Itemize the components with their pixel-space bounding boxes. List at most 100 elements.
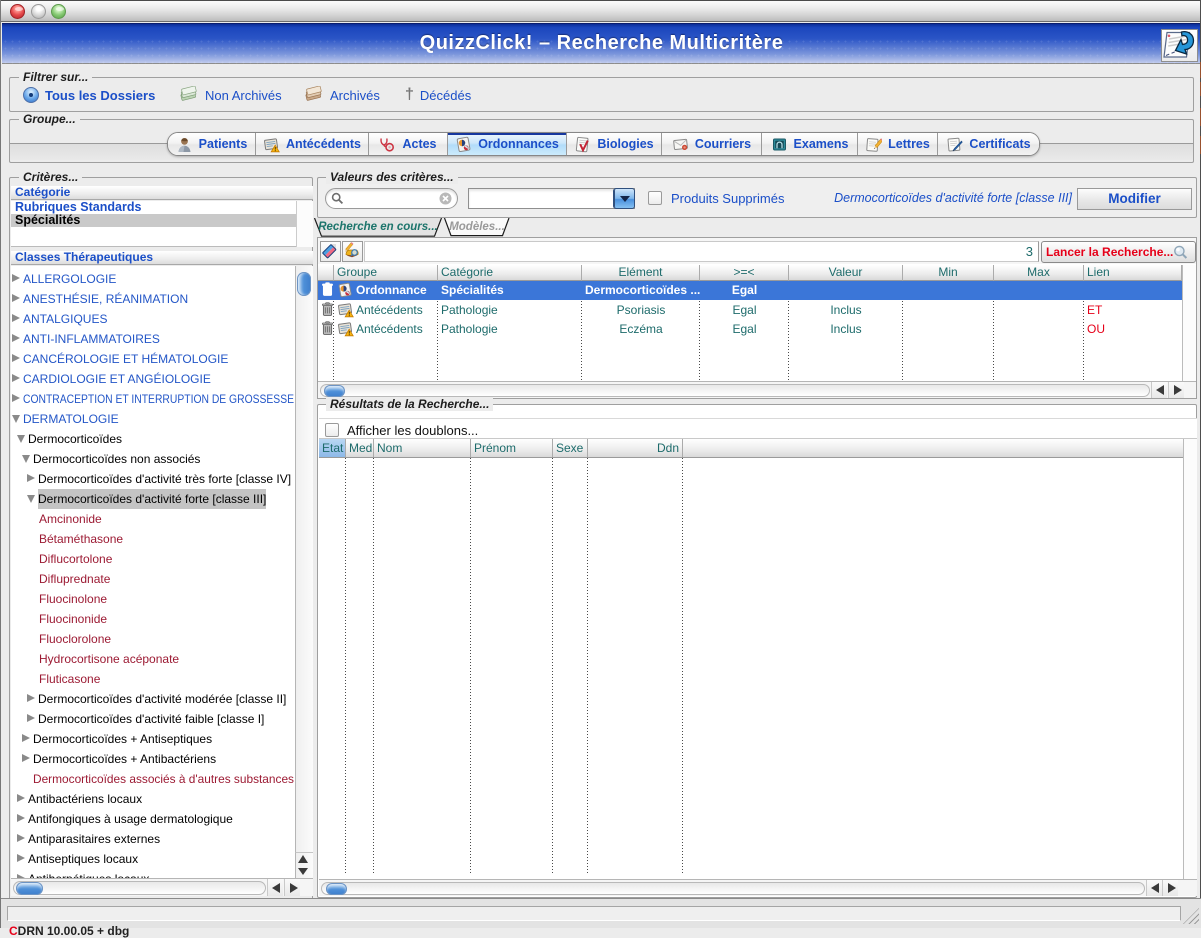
tree-item[interactable]: Fluticasone [11, 669, 295, 689]
tree-item[interactable]: Fluoclorolone [11, 629, 295, 649]
tree-vertical-scrollbar[interactable] [295, 266, 313, 878]
tree-item[interactable]: Dermocorticoïdes d'activité très forte [… [11, 469, 295, 489]
criteria-hscroll-track[interactable] [320, 384, 1150, 397]
tree-item[interactable]: Dermocorticoïdes d'activité faible [clas… [11, 709, 295, 729]
scroll-left-button[interactable] [267, 879, 283, 896]
tree-item[interactable]: CARDIOLOGIE ET ANGÉIOLOGIE [11, 369, 295, 389]
categorie-item[interactable]: Spécialités [11, 214, 313, 227]
tree-collapsed-icon[interactable] [12, 314, 20, 322]
tab-patients[interactable]: Patients [168, 133, 256, 155]
categorie-scrollbar-strip[interactable] [296, 201, 313, 247]
scroll-up-icon[interactable] [298, 855, 308, 863]
tree-collapsed-icon[interactable] [17, 854, 25, 862]
filter-option-archives[interactable]: Archivés [303, 86, 380, 104]
criteria-column-header[interactable]: Catégorie [438, 265, 582, 281]
tree-item[interactable]: Antiparasitaires externes [11, 829, 295, 849]
eraser-button[interactable] [320, 241, 341, 262]
classes-header[interactable]: Classes Thérapeutiques [11, 251, 313, 265]
tree-collapsed-icon[interactable] [27, 714, 35, 722]
results-table-hscrollbar[interactable] [319, 879, 1197, 896]
tree-expanded-icon[interactable] [17, 435, 25, 443]
radio-icon[interactable] [23, 87, 39, 103]
tab-antecedents[interactable]: Antécédents [256, 133, 369, 155]
tree-item[interactable]: Diflucortolone [11, 549, 295, 569]
tree-item[interactable]: Amcinonide [11, 509, 295, 529]
tree-collapsed-icon[interactable] [27, 694, 35, 702]
tree-expanded-icon[interactable] [12, 415, 20, 423]
delete-row-icon[interactable] [318, 301, 334, 320]
results-column-header[interactable]: Sexe [553, 439, 588, 457]
criteria-row[interactable]: AntécédentsPathologieEczémaEgalInclusOU [318, 320, 1182, 339]
criteria-column-header[interactable] [318, 265, 334, 281]
criteria-column-header[interactable]: Max [994, 265, 1084, 281]
tree-hscroll-thumb[interactable] [16, 882, 43, 895]
tree-collapsed-icon[interactable] [22, 734, 30, 742]
tab-lettres[interactable]: Lettres [858, 133, 938, 155]
tree-item[interactable]: Fluocinonide [11, 609, 295, 629]
results-table-vscrollbar[interactable] [1183, 439, 1197, 879]
scroll-left-button[interactable] [1146, 880, 1162, 896]
close-button[interactable] [10, 4, 25, 19]
tree-collapsed-icon[interactable] [17, 814, 25, 822]
results-hscroll-track[interactable] [321, 882, 1145, 895]
delete-row-icon[interactable] [318, 281, 334, 300]
tree-item[interactable]: Difluprednate [11, 569, 295, 589]
categorie-header[interactable]: Catégorie [11, 186, 313, 200]
tree-item[interactable]: DERMATOLOGIE [11, 409, 295, 429]
tree-item[interactable]: Dermocorticoïdes d'activité modérée [cla… [11, 689, 295, 709]
results-column-header[interactable]: Nom [374, 439, 471, 457]
tab-courriers[interactable]: Courriers [662, 133, 762, 155]
criteria-column-header[interactable]: Valeur [789, 265, 903, 281]
tree-item[interactable]: Antiseptiques locaux [11, 849, 295, 869]
tree-item[interactable]: Dermocorticoïdes + Antibactériens [11, 749, 295, 769]
tree-item[interactable]: Antiherpétiques locaux [11, 869, 295, 878]
tree-collapsed-icon[interactable] [12, 274, 20, 282]
tree-item[interactable]: Antifongiques à usage dermatologique [11, 809, 295, 829]
scroll-down-icon[interactable] [298, 868, 308, 875]
tree-hscroll-track[interactable] [13, 881, 266, 895]
tree-collapsed-icon[interactable] [12, 334, 20, 342]
criteria-row[interactable]: AntécédentsPathologiePsoriasisEgalInclus… [318, 301, 1182, 320]
tree-vscroll-thumb[interactable] [297, 272, 311, 296]
criteria-table-vscrollbar[interactable] [1182, 265, 1196, 381]
edit-criteria-button[interactable] [342, 241, 363, 262]
tree-collapsed-icon[interactable] [22, 754, 30, 762]
tree-item[interactable]: Antibactériens locaux [11, 789, 295, 809]
tab-actes[interactable]: Actes [369, 133, 448, 155]
scroll-right-button[interactable] [1168, 382, 1184, 398]
tab-biologies[interactable]: Biologies [567, 133, 662, 155]
tree-item[interactable]: CANCÉROLOGIE ET HÉMATOLOGIE [11, 349, 295, 369]
tree-item[interactable]: Fluocinolone [11, 589, 295, 609]
criteria-column-header[interactable]: Lien [1084, 265, 1182, 281]
results-hscroll-thumb[interactable] [326, 883, 347, 895]
criteria-column-header[interactable]: Min [903, 265, 994, 281]
tree-collapsed-icon[interactable] [12, 394, 20, 402]
tree-collapsed-icon[interactable] [17, 794, 25, 802]
tree-item[interactable]: ALLERGOLOGIE [11, 269, 295, 289]
launch-search-button[interactable]: Lancer la Recherche... [1041, 241, 1196, 263]
results-column-header[interactable]: Med [346, 439, 374, 457]
tree-item[interactable]: Dermocorticoïdes + Antiseptiques [11, 729, 295, 749]
tree-item[interactable]: Dermocorticoïdes [11, 429, 295, 449]
tree-collapsed-icon[interactable] [17, 834, 25, 842]
tab-certificats[interactable]: Certificats [938, 133, 1039, 155]
minimize-button[interactable] [31, 4, 46, 19]
tab-examens[interactable]: Examens [762, 133, 858, 155]
results-column-header[interactable]: Etat [319, 439, 346, 457]
tree-item[interactable]: ANTI-INFLAMMATOIRES [11, 329, 295, 349]
criteria-row[interactable]: OrdonnanceSpécialitésDermocorticoïdes ..… [318, 281, 1182, 300]
tab-ordonnances[interactable]: Ordonnances [448, 133, 567, 155]
filter-option-non-archives[interactable]: Non Archivés [178, 86, 282, 104]
tree-item[interactable]: Hydrocortisone acéponate [11, 649, 295, 669]
criteria-table-hscrollbar[interactable] [318, 381, 1196, 398]
tree-item[interactable]: Dermocorticoïdes non associés [11, 449, 295, 469]
tree-collapsed-icon[interactable] [12, 354, 20, 362]
tree-collapsed-icon[interactable] [12, 374, 20, 382]
tree-item[interactable]: Dermocorticoïdes d'activité forte [class… [11, 489, 295, 509]
results-column-header[interactable]: Prénom [471, 439, 553, 457]
tab-modeles[interactable]: Modèles... [444, 218, 510, 237]
filter-option-decedes[interactable]: † Décédés [405, 86, 471, 104]
tree-vscroll-buttons[interactable] [295, 852, 313, 878]
tree-item[interactable]: CONTRACEPTION ET INTERRUPTION DE GROSSES… [11, 389, 295, 409]
scroll-right-button[interactable] [1162, 880, 1178, 896]
